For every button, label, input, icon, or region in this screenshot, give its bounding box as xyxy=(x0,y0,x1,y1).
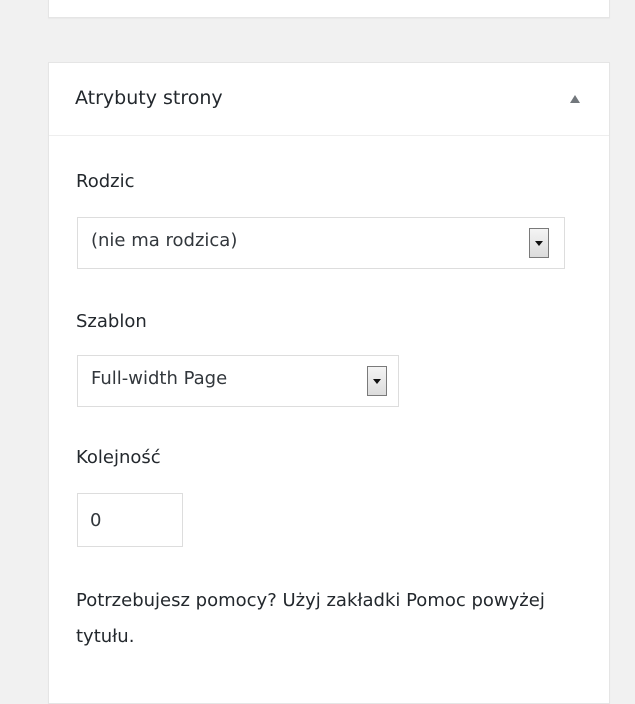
arrow-up-icon xyxy=(570,95,580,103)
chevron-down-icon[interactable] xyxy=(367,366,387,396)
template-select-value: Full-width Page xyxy=(91,368,228,389)
order-label: Kolejność xyxy=(76,447,161,468)
chevron-down-icon[interactable] xyxy=(529,228,549,258)
parent-select[interactable]: (nie ma rodzica) xyxy=(77,217,565,269)
help-text: Potrzebujesz pomocy? Użyj zakładki Pomoc… xyxy=(76,590,545,647)
metabox-title: Atrybuty strony xyxy=(75,87,223,109)
metabox-toggle-button[interactable] xyxy=(561,85,589,113)
metabox-header: Atrybuty strony xyxy=(49,63,609,136)
previous-metabox xyxy=(48,0,610,18)
parent-select-value: (nie ma rodzica) xyxy=(91,230,238,251)
template-select[interactable]: Full-width Page xyxy=(77,355,399,407)
template-label: Szablon xyxy=(76,311,147,332)
page-attributes-metabox: Atrybuty strony Rodzic (nie ma rodzica) … xyxy=(48,62,610,704)
parent-label: Rodzic xyxy=(76,171,135,192)
order-input[interactable] xyxy=(77,493,183,547)
